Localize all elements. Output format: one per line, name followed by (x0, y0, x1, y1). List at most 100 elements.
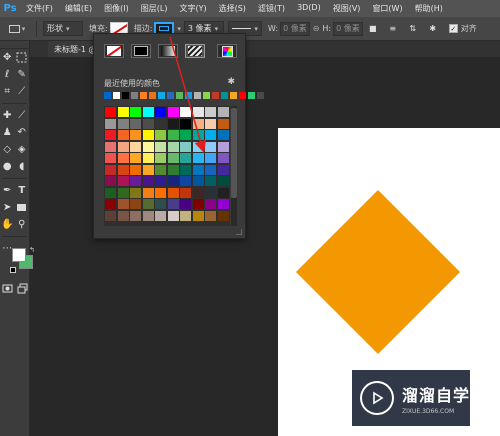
color-swatch[interactable] (105, 210, 116, 221)
color-swatch[interactable] (130, 118, 141, 129)
color-swatch[interactable] (167, 210, 179, 221)
color-swatch[interactable] (105, 141, 116, 152)
eraser-tool-icon[interactable]: ◇ (1, 144, 13, 156)
color-swatch[interactable] (217, 176, 229, 186)
gear-icon[interactable]: ✱ (427, 23, 439, 35)
color-swatch[interactable] (192, 199, 204, 209)
type-tool-icon[interactable]: T (16, 185, 28, 197)
recent-color-swatch[interactable] (149, 92, 156, 99)
color-swatch[interactable] (117, 164, 129, 175)
recent-color-swatch[interactable] (248, 92, 255, 99)
color-swatch[interactable] (155, 118, 166, 129)
color-swatch[interactable] (167, 130, 179, 140)
menu-item[interactable]: 滤镜(T) (252, 3, 291, 14)
color-swatch[interactable] (105, 130, 116, 140)
color-swatch[interactable] (130, 107, 141, 117)
brush-tool-icon[interactable]: ⟋ (16, 110, 28, 122)
color-swatch[interactable] (105, 153, 116, 163)
recent-color-swatch[interactable] (221, 92, 228, 99)
color-swatch[interactable] (180, 176, 191, 186)
color-swatch[interactable] (105, 187, 116, 198)
color-swatch[interactable] (130, 153, 141, 163)
color-swatch[interactable] (155, 141, 166, 152)
color-swatch[interactable] (155, 187, 166, 198)
color-swatch[interactable] (142, 164, 154, 175)
color-swatch[interactable] (205, 130, 216, 140)
recent-color-swatch[interactable] (230, 92, 237, 99)
color-swatch[interactable] (205, 199, 216, 209)
recent-color-swatch[interactable] (212, 92, 219, 99)
color-swatch[interactable] (130, 199, 141, 209)
recent-color-swatch[interactable] (203, 92, 210, 99)
marquee-tool-icon[interactable] (16, 52, 28, 64)
color-swatch[interactable] (142, 153, 154, 163)
healing-brush-tool-icon[interactable]: ✚ (1, 110, 13, 122)
color-picker-button[interactable] (217, 44, 237, 58)
color-swatch[interactable] (130, 176, 141, 186)
color-swatch[interactable] (192, 141, 204, 152)
color-swatch[interactable] (142, 118, 154, 129)
color-swatch[interactable] (192, 176, 204, 186)
solid-color-button[interactable] (131, 44, 151, 58)
resize-handle[interactable] (236, 229, 242, 235)
menu-item[interactable]: 文字(Y) (173, 3, 212, 14)
color-swatch[interactable] (142, 187, 154, 198)
quick-select-tool-icon[interactable]: ✎ (16, 69, 28, 81)
menu-item[interactable]: 编辑(E) (59, 3, 98, 14)
color-swatch[interactable] (192, 118, 204, 129)
color-swatch[interactable] (130, 130, 141, 140)
color-swatch[interactable] (142, 210, 154, 221)
color-swatch[interactable] (117, 210, 129, 221)
color-swatch[interactable] (142, 199, 154, 209)
color-swatch[interactable] (155, 130, 166, 140)
color-swatch[interactable] (105, 164, 116, 175)
recent-color-swatch[interactable] (140, 92, 147, 99)
color-swatch[interactable] (117, 199, 129, 209)
color-swatch[interactable] (205, 153, 216, 163)
move-tool-icon[interactable]: ✥ (1, 52, 13, 64)
paint-bucket-tool-icon[interactable]: ◈ (16, 144, 28, 156)
path-selection-tool-icon[interactable]: ➤ (1, 202, 13, 214)
color-swatch[interactable] (117, 187, 129, 198)
recent-color-swatch[interactable] (257, 92, 264, 99)
swap-colors-icon[interactable]: ↰ (29, 246, 35, 254)
lasso-tool-icon[interactable]: ℓ (1, 69, 13, 81)
color-swatch[interactable] (130, 164, 141, 175)
color-swatch[interactable] (205, 141, 216, 152)
color-swatch[interactable] (155, 153, 166, 163)
color-swatch[interactable] (105, 107, 116, 117)
history-brush-tool-icon[interactable]: ↶ (16, 127, 28, 139)
color-swatch[interactable] (167, 199, 179, 209)
rectangle-tool-icon[interactable] (16, 202, 28, 214)
height-input[interactable]: 0 像素 (333, 21, 363, 36)
color-swatch[interactable] (130, 210, 141, 221)
color-swatch[interactable] (142, 107, 154, 117)
color-swatch[interactable] (180, 199, 191, 209)
path-alignment-icon[interactable]: ≡ (387, 23, 399, 35)
color-swatch[interactable] (142, 176, 154, 186)
path-operations-icon[interactable]: ■ (367, 23, 379, 35)
color-swatch[interactable] (180, 210, 191, 221)
color-swatch[interactable] (117, 118, 129, 129)
color-swatch[interactable] (192, 210, 204, 221)
color-swatch[interactable] (117, 141, 129, 152)
color-swatch[interactable] (155, 176, 166, 186)
color-swatch[interactable] (167, 187, 179, 198)
panel-grip[interactable] (0, 41, 29, 49)
color-swatch[interactable] (155, 164, 166, 175)
color-swatch[interactable] (155, 107, 166, 117)
recent-color-swatch[interactable] (113, 92, 120, 99)
zoom-tool-icon[interactable]: ⚲ (16, 219, 28, 231)
foreground-color[interactable] (12, 248, 26, 262)
color-swatch[interactable] (192, 153, 204, 163)
clone-stamp-tool-icon[interactable]: ♟ (1, 127, 13, 139)
default-colors-icon[interactable] (10, 267, 16, 273)
recent-color-swatch[interactable] (158, 92, 165, 99)
recent-color-swatch[interactable] (122, 92, 129, 99)
color-swatch[interactable] (180, 153, 191, 163)
recent-color-swatch[interactable] (176, 92, 183, 99)
color-swatch[interactable] (192, 107, 204, 117)
color-swatch[interactable] (217, 210, 229, 221)
color-swatch[interactable] (180, 118, 191, 129)
color-swatch[interactable] (105, 176, 116, 186)
